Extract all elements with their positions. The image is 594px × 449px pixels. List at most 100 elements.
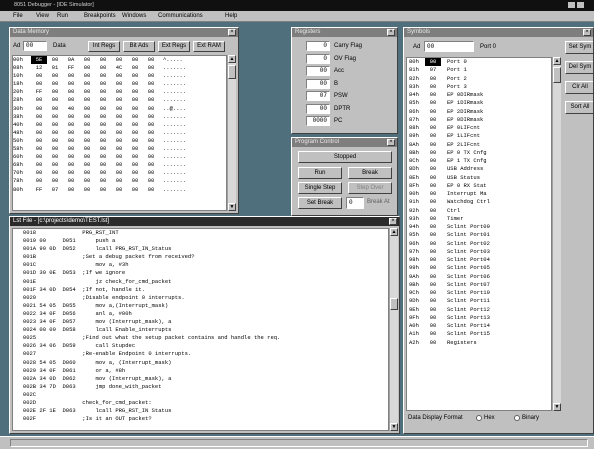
int-regs-button[interactable]: Int Regs xyxy=(88,41,120,52)
source-line[interactable]: 0023 34 0F D057 mov (Interrupt_mask), a xyxy=(13,318,388,326)
memory-byte-cell[interactable]: 00 xyxy=(63,121,79,129)
symbol-row[interactable]: 95h 00 Sclint Port01 xyxy=(407,231,551,239)
memory-byte-cell[interactable]: 00 xyxy=(95,121,111,129)
memory-byte-cell[interactable]: 5E xyxy=(31,56,47,65)
memory-byte-cell[interactable]: 00 xyxy=(143,169,159,177)
memory-byte-cell[interactable]: 00 xyxy=(79,80,95,88)
symbol-row[interactable]: 87h 00 EP 0DIRmask xyxy=(407,116,551,124)
memory-byte-cell[interactable]: 00 xyxy=(127,64,143,72)
memory-byte-cell[interactable]: 00 xyxy=(31,80,47,88)
clear-all-button[interactable]: Clr All xyxy=(565,81,593,94)
symbols-search-input[interactable]: 00 xyxy=(424,41,474,52)
symbol-row[interactable]: A1h 00 Sclint Port15 xyxy=(407,330,551,338)
symbol-row[interactable]: 93h 00 Timer xyxy=(407,215,551,223)
memory-byte-cell[interactable]: 00 xyxy=(31,145,47,153)
symbol-row[interactable]: 9Ah 00 Sclint Port06 xyxy=(407,273,551,281)
memory-byte-cell[interactable]: 00 xyxy=(111,105,127,113)
register-value-field[interactable]: 07 xyxy=(306,91,330,101)
symbol-value[interactable]: 00 xyxy=(425,182,441,190)
source-code-area[interactable]: 0018 PRG_RST_INT 0019 00 D051 push a 001… xyxy=(12,228,389,431)
symbol-row[interactable]: 9Fh 00 Sclint Port13 xyxy=(407,314,551,322)
symbol-value[interactable]: 00 xyxy=(425,215,441,223)
source-line[interactable]: 0021 54 05 D055 mov a,(Interrupt_mask) xyxy=(13,302,388,310)
single-step-button[interactable]: Single Step xyxy=(298,182,342,194)
register-value-field[interactable]: 0 xyxy=(306,41,330,51)
memory-byte-cell[interactable]: FF xyxy=(31,88,47,96)
memory-byte-cell[interactable]: 00 xyxy=(63,88,79,96)
source-line[interactable]: 001A 90 0D D052 lcall PRG_RST_IN_Status xyxy=(13,245,388,253)
memory-byte-cell[interactable]: 00 xyxy=(143,64,159,72)
memory-byte-cell[interactable]: 00 xyxy=(111,161,127,169)
memory-byte-cell[interactable]: 00 xyxy=(47,161,63,169)
symbol-value[interactable]: 00 xyxy=(425,207,441,215)
memory-byte-cell[interactable]: 00 xyxy=(111,153,127,161)
source-line[interactable]: 001E jz check_for_cmd_packet xyxy=(13,278,388,286)
symbol-value[interactable]: 00 xyxy=(425,297,441,305)
source-line[interactable]: 0019 00 D051 push a xyxy=(13,237,388,245)
memory-byte-cell[interactable]: 00 xyxy=(127,105,143,113)
memory-byte-cell[interactable]: 00 xyxy=(47,88,63,96)
memory-byte-cell[interactable]: 00 xyxy=(63,186,79,194)
symbol-value[interactable]: 00 xyxy=(425,99,441,107)
symbol-value[interactable]: 00 xyxy=(425,289,441,297)
ext-ram-button[interactable]: Ext RAM xyxy=(193,41,225,52)
set-break-button[interactable]: Set Break xyxy=(298,197,342,209)
close-icon[interactable]: × xyxy=(387,29,395,36)
symbol-value[interactable]: 00 xyxy=(425,91,441,99)
memory-byte-cell[interactable]: 00 xyxy=(31,169,47,177)
symbol-value[interactable]: 00 xyxy=(425,165,441,173)
memory-byte-cell[interactable]: 00 xyxy=(111,88,127,96)
symbol-value[interactable]: 00 xyxy=(425,116,441,124)
symbol-row[interactable]: 94h 00 Sclint Port00 xyxy=(407,223,551,231)
symbol-value[interactable]: 00 xyxy=(425,281,441,289)
memory-byte-cell[interactable]: 00 xyxy=(63,137,79,145)
symbol-row[interactable]: 89h 00 EP 1LIFcnt xyxy=(407,132,551,140)
memory-byte-cell[interactable]: 00 xyxy=(95,96,111,104)
memory-byte-cell[interactable]: 00 xyxy=(63,96,79,104)
memory-byte-cell[interactable]: 00 xyxy=(111,145,127,153)
symbol-value[interactable]: 00 xyxy=(425,223,441,231)
memory-byte-cell[interactable]: 00 xyxy=(31,121,47,129)
symbol-row[interactable]: 81h 07 Port 1 xyxy=(407,66,551,74)
memory-byte-cell[interactable]: 00 xyxy=(143,105,159,113)
symbol-row[interactable]: 80h 00 Port 0 xyxy=(407,58,551,67)
memory-hex-grid[interactable]: 00h 5E 00 0A 00 00 00 00 00 ^..... 08h 12 01 FF 00 00 4C… xyxy=(12,55,227,211)
memory-byte-cell[interactable]: 00 xyxy=(143,88,159,96)
memory-byte-cell[interactable]: 00 xyxy=(47,105,63,113)
menu-windows[interactable]: Windows xyxy=(122,13,146,19)
run-button[interactable]: Run xyxy=(298,167,342,179)
memory-byte-cell[interactable]: 00 xyxy=(111,177,127,185)
memory-byte-cell[interactable]: 00 xyxy=(31,113,47,121)
symbol-row[interactable]: 90h 00 Interrupt Ma xyxy=(407,190,551,198)
source-line[interactable]: 0027 ;Re-enable Endpoint 0 interrupts. xyxy=(13,350,388,358)
source-line[interactable]: 0028 54 05 D060 mov a, (Interrupt_mask) xyxy=(13,359,388,367)
symbol-value[interactable]: 00 xyxy=(425,198,441,206)
memory-byte-cell[interactable]: 00 xyxy=(79,121,95,129)
source-scrollbar[interactable]: ▲ ▼ xyxy=(389,228,398,431)
memory-byte-cell[interactable]: 00 xyxy=(63,129,79,137)
symbol-value[interactable]: 00 xyxy=(425,264,441,272)
symbol-value[interactable]: 00 xyxy=(425,248,441,256)
memory-byte-cell[interactable]: 00 xyxy=(111,80,127,88)
source-line[interactable]: 002F ;Is it an OUT packet? xyxy=(13,415,388,423)
memory-byte-cell[interactable]: 00 xyxy=(143,96,159,104)
memory-byte-cell[interactable]: 00 xyxy=(79,145,95,153)
memory-byte-cell[interactable]: 00 xyxy=(111,129,127,137)
memory-byte-cell[interactable]: 00 xyxy=(47,129,63,137)
register-value-field[interactable]: 00 xyxy=(306,66,330,76)
memory-byte-cell[interactable]: 00 xyxy=(47,56,63,64)
symbol-value[interactable]: 00 xyxy=(425,108,441,116)
symbol-value[interactable]: 00 xyxy=(425,231,441,239)
memory-byte-cell[interactable]: 00 xyxy=(127,96,143,104)
ext-regs-button[interactable]: Ext Regs xyxy=(158,41,190,52)
memory-byte-cell[interactable]: 00 xyxy=(63,177,79,185)
memory-byte-cell[interactable]: 00 xyxy=(111,169,127,177)
source-line[interactable]: 0018 PRG_RST_INT xyxy=(13,229,388,237)
symbol-row[interactable]: 82h 00 Port 2 xyxy=(407,75,551,83)
memory-byte-cell[interactable]: FF xyxy=(31,186,47,194)
symbol-value[interactable]: 00 xyxy=(425,174,441,182)
memory-byte-cell[interactable]: 00 xyxy=(127,137,143,145)
memory-byte-cell[interactable]: 00 xyxy=(63,72,79,80)
menu-communications[interactable]: Communications xyxy=(158,13,203,19)
memory-byte-cell[interactable]: 00 xyxy=(111,113,127,121)
